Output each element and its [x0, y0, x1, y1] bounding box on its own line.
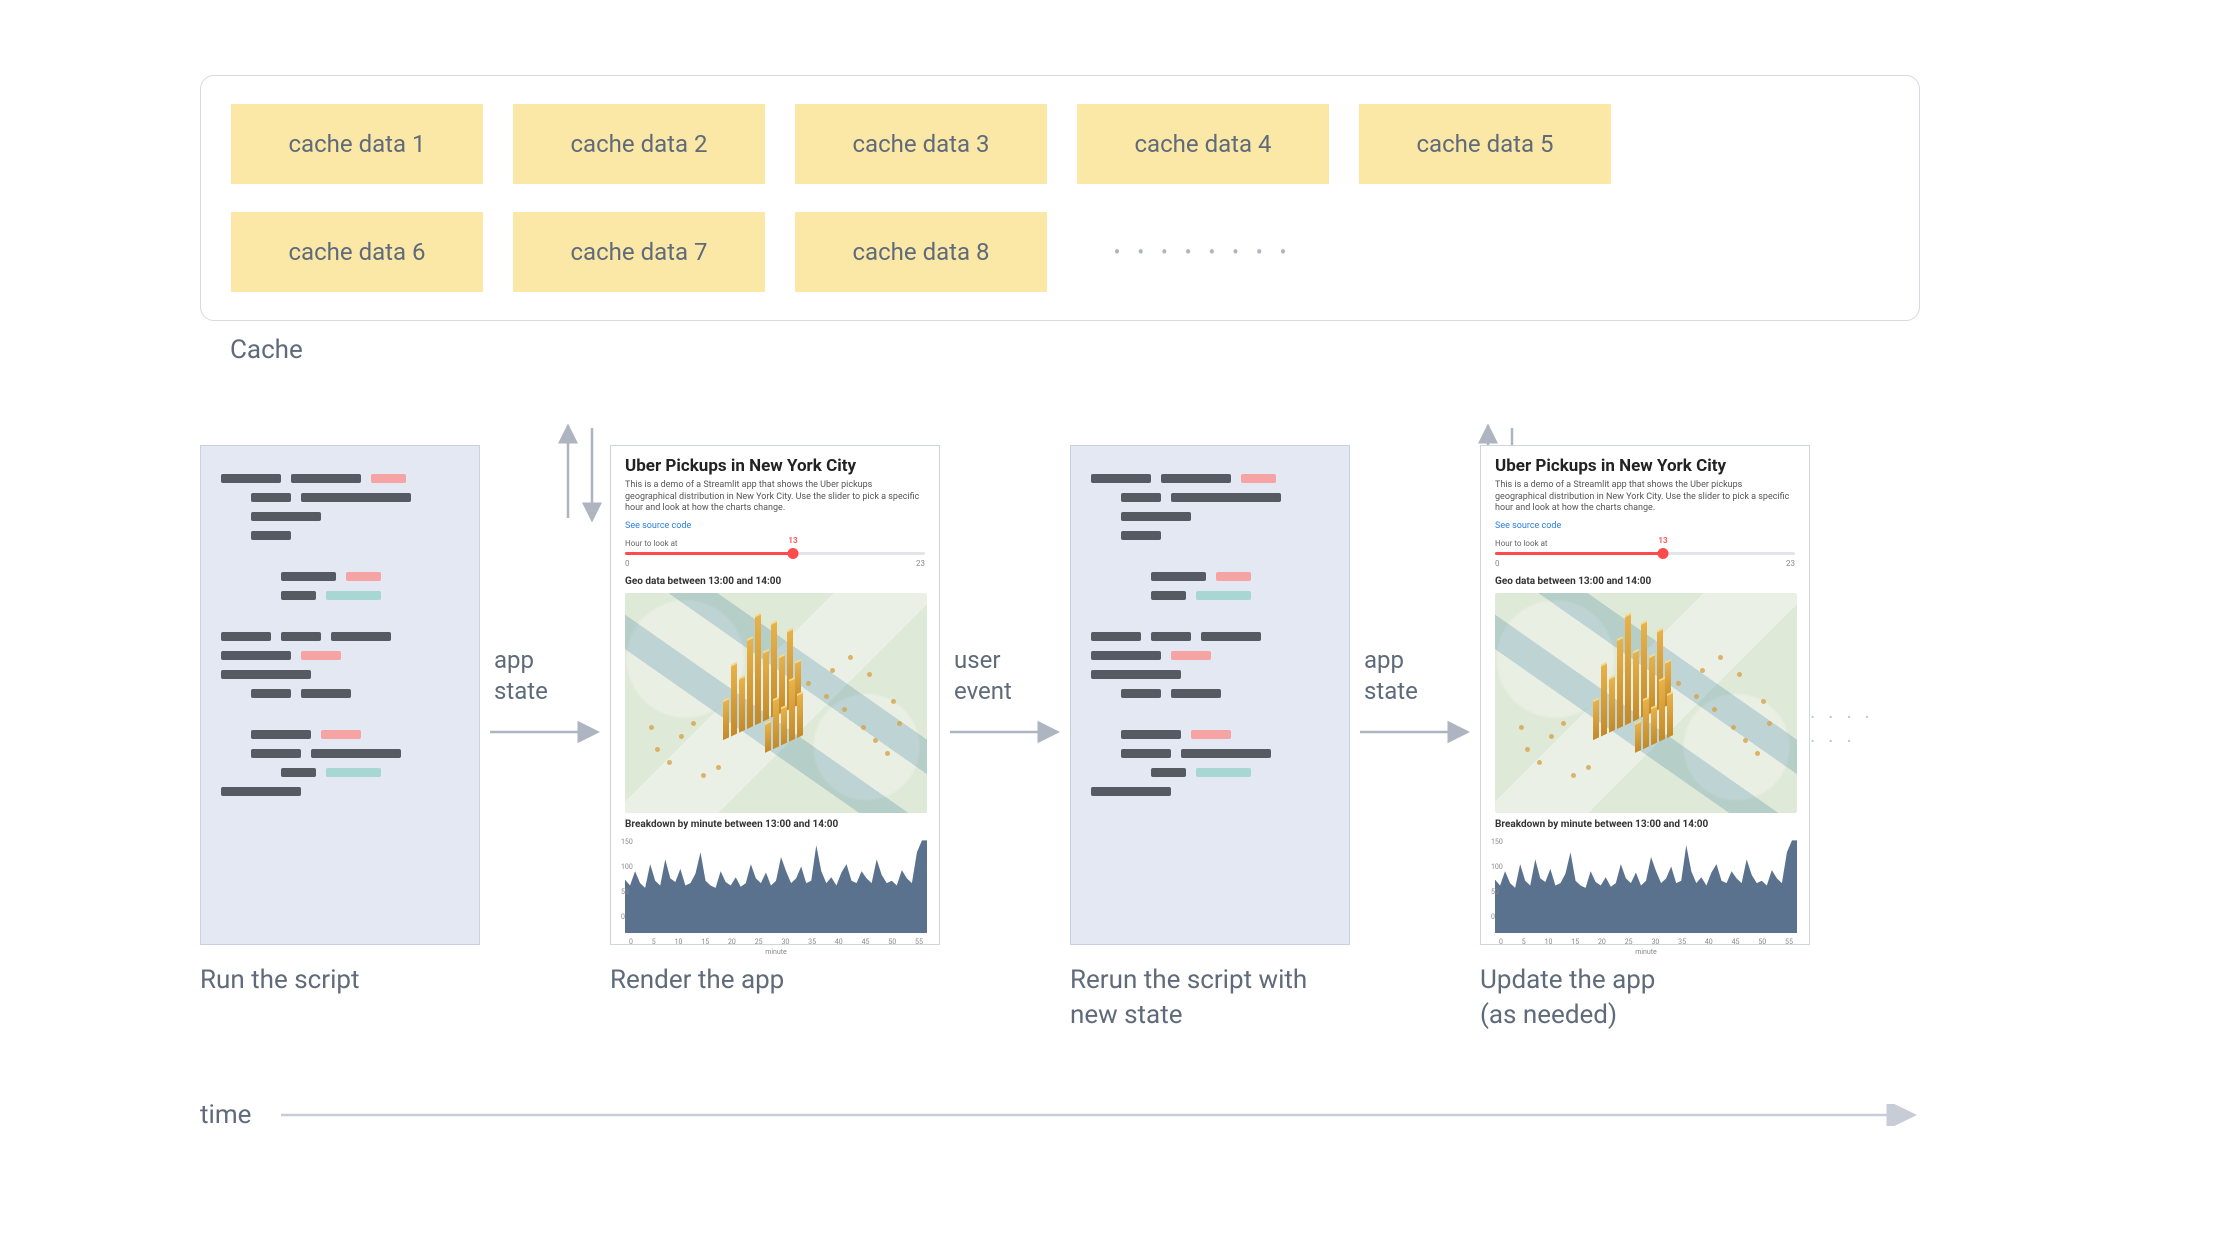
- time-axis: time: [200, 1100, 1920, 1130]
- script-card: [1070, 445, 1350, 945]
- source-link: See source code: [1495, 521, 1795, 531]
- cache-item: cache data 2: [513, 104, 765, 184]
- geo-heading: Geo data between 13:00 and 14:00: [625, 576, 925, 587]
- app-card: Uber Pickups in New York City This is a …: [610, 445, 940, 945]
- script-card: [200, 445, 480, 945]
- cache-item: cache data 1: [231, 104, 483, 184]
- hour-slider: 13: [625, 552, 925, 555]
- minute-area-chart: 150100500 0510 152025 303540 455055 minu…: [1495, 838, 1797, 933]
- breakdown-heading: Breakdown by minute between 13:00 and 14…: [1495, 819, 1795, 830]
- stage-label: Update the app (as needed): [1480, 963, 1810, 1033]
- slider-label: Hour to look at: [1495, 539, 1795, 548]
- arrow-user-event: user event: [940, 445, 1070, 747]
- hour-slider: 13: [1495, 552, 1795, 555]
- arrow-app-state-2: app state: [1350, 445, 1480, 747]
- app-title: Uber Pickups in New York City: [625, 456, 925, 476]
- geo-map: [625, 593, 927, 813]
- cache-item: cache data 3: [795, 104, 1047, 184]
- cache-item: cache data 6: [231, 212, 483, 292]
- cache-label: Cache: [230, 335, 2070, 365]
- stage-rerun-script: Rerun the script with new state: [1070, 445, 1350, 1033]
- cache-item: cache data 5: [1359, 104, 1611, 184]
- cache-ellipsis: • • • • • • • •: [1077, 212, 1329, 292]
- cache-item: cache data 7: [513, 212, 765, 292]
- minute-area-chart: 150100500 0510 152025 303540 455055 minu…: [625, 838, 927, 933]
- app-title: Uber Pickups in New York City: [1495, 456, 1795, 476]
- geo-map: [1495, 593, 1797, 813]
- app-subtitle: This is a demo of a Streamlit app that s…: [625, 480, 925, 515]
- stage-update-app: Uber Pickups in New York City This is a …: [1480, 445, 1810, 1033]
- app-subtitle: This is a demo of a Streamlit app that s…: [1495, 480, 1795, 515]
- breakdown-heading: Breakdown by minute between 13:00 and 14…: [625, 819, 925, 830]
- geo-heading: Geo data between 13:00 and 14:00: [1495, 576, 1795, 587]
- source-link: See source code: [625, 521, 925, 531]
- slider-label: Hour to look at: [625, 539, 925, 548]
- stage-label: Run the script: [200, 963, 480, 998]
- stage-label: Rerun the script with new state: [1070, 963, 1350, 1033]
- stage-render-app: Uber Pickups in New York City This is a …: [610, 445, 940, 998]
- flow-row: Run the script app state Uber Pickups in…: [200, 445, 2070, 1033]
- app-card: Uber Pickups in New York City This is a …: [1480, 445, 1810, 945]
- cache-container: cache data 1 cache data 2 cache data 3 c…: [200, 75, 1920, 321]
- arrow-app-state-1: app state: [480, 445, 610, 747]
- time-label: time: [200, 1100, 251, 1130]
- flow-continues-ellipsis: · · · · · · ·: [1810, 445, 1880, 753]
- cache-item: cache data 4: [1077, 104, 1329, 184]
- stage-run-script: Run the script: [200, 445, 480, 998]
- cache-item: cache data 8: [795, 212, 1047, 292]
- stage-label: Render the app: [610, 963, 940, 998]
